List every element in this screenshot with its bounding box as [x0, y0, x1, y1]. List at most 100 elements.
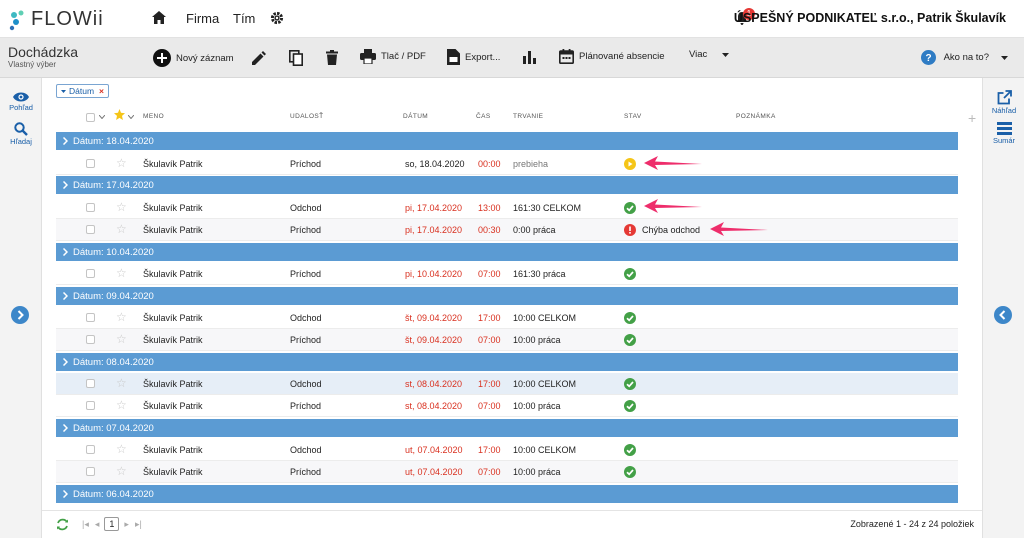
row-checkbox[interactable]: [86, 203, 95, 212]
filter-chip-date[interactable]: Dátum ×: [56, 84, 110, 98]
status-ok-icon: [624, 400, 636, 412]
favorite-star-icon[interactable]: ☆: [116, 222, 127, 236]
current-page-button[interactable]: 1: [104, 517, 120, 531]
annotation-arrow-icon: [644, 199, 702, 213]
cell-date: ut, 07.04.2020: [405, 445, 463, 455]
date-group-header[interactable]: Dátum: 09.04.2020: [56, 287, 958, 305]
favorite-star-icon[interactable]: ☆: [116, 156, 127, 170]
row-checkbox[interactable]: [86, 335, 95, 344]
next-page-icon[interactable]: ▸: [124, 519, 129, 530]
column-duration[interactable]: TRVANIE: [513, 113, 543, 120]
cell-time: 17:00: [478, 313, 501, 323]
favorite-star-icon[interactable]: ☆: [116, 398, 127, 412]
company-user-menu[interactable]: ÚSPEŠNÝ PODNIKATEĽ s.r.o., Patrik Škulav…: [734, 11, 1006, 25]
more-dropdown[interactable]: Viac: [689, 49, 734, 60]
column-time[interactable]: ČAS: [476, 113, 491, 120]
table-row[interactable]: ☆ Škulavík Patrik Príchod so, 18.04.2020 00:…: [56, 153, 958, 175]
cell-event: Odchod: [290, 445, 322, 455]
app-logo[interactable]: FLOWii: [8, 8, 104, 31]
table-row[interactable]: ☆ Škulavík Patrik Príchod št, 09.04.2020 07:…: [56, 329, 958, 351]
cell-event: Príchod: [290, 269, 322, 279]
column-event[interactable]: UDALOSŤ: [290, 113, 324, 120]
table-row[interactable]: ☆ Škulavík Patrik Príchod ut, 07.04.2020 07:…: [56, 461, 958, 483]
remove-filter-button[interactable]: ×: [99, 86, 104, 96]
row-checkbox[interactable]: [86, 379, 95, 388]
date-group-header[interactable]: Dátum: 10.04.2020: [56, 243, 958, 261]
attendance-grid: Dátum × MENO UDALOSŤ DÁTUM ČAS TRVANIE S…: [42, 78, 982, 538]
gear-icon[interactable]: [270, 11, 284, 25]
table-row[interactable]: ☆ Škulavík Patrik Odchod št, 09.04.2020 17:0…: [56, 307, 958, 329]
more-label: Viac: [689, 49, 708, 60]
column-name[interactable]: MENO: [143, 113, 164, 120]
favorite-star-icon[interactable]: ☆: [116, 464, 127, 478]
refresh-icon[interactable]: [56, 518, 69, 531]
export-file-icon: [447, 49, 460, 65]
chevron-down-icon[interactable]: [99, 115, 105, 119]
new-record-button[interactable]: Nový záznam: [153, 49, 234, 67]
cell-date: št, 09.04.2020: [405, 313, 463, 323]
prev-page-icon[interactable]: ◂: [95, 519, 100, 530]
table-row[interactable]: ☆ Škulavík Patrik Príchod pi, 17.04.2020 00:…: [56, 219, 958, 241]
bar-chart-icon[interactable]: [523, 51, 536, 64]
cell-time: 17:00: [478, 379, 501, 389]
select-all-checkbox[interactable]: [86, 113, 95, 122]
expand-right-button[interactable]: [994, 306, 1012, 324]
row-checkbox[interactable]: [86, 159, 95, 168]
chevron-down-icon[interactable]: [128, 115, 134, 119]
export-button[interactable]: Export...: [447, 49, 500, 65]
last-page-icon[interactable]: ▸|: [135, 519, 142, 530]
date-group-header[interactable]: Dátum: 17.04.2020: [56, 176, 958, 194]
print-pdf-button[interactable]: Tlač / PDF: [360, 49, 426, 64]
planned-absences-button[interactable]: Plánované absencie: [559, 49, 665, 64]
nav-tim[interactable]: Tím: [233, 11, 255, 26]
help-dropdown[interactable]: ? Ako na to?: [920, 50, 1008, 65]
cell-note: Chýba odchod: [642, 225, 701, 235]
planned-absences-label: Plánované absencie: [579, 51, 665, 62]
cell-time: 07:00: [478, 401, 501, 411]
table-row[interactable]: ☆ Škulavík Patrik Odchod st, 08.04.2020 17:0…: [56, 373, 958, 395]
cell-name: Škulavík Patrik: [143, 313, 203, 323]
svg-text:?: ?: [925, 53, 931, 64]
first-page-icon[interactable]: |◂: [82, 519, 89, 530]
export-label: Export...: [465, 51, 501, 63]
preview-button[interactable]: Náhľad: [983, 90, 1024, 115]
column-status[interactable]: STAV: [624, 113, 642, 120]
row-checkbox[interactable]: [86, 401, 95, 410]
column-note[interactable]: POZNÁMKA: [736, 113, 776, 120]
grid-footer: |◂ ◂ 1 ▸ ▸| Zobrazené 1 - 24 z 24 položi…: [42, 510, 982, 538]
row-checkbox[interactable]: [86, 445, 95, 454]
favorite-star-icon[interactable]: ☆: [116, 266, 127, 280]
search-button[interactable]: Hľadaj: [0, 122, 42, 146]
table-row[interactable]: ☆ Škulavík Patrik Príchod pi, 10.04.2020 07:…: [56, 263, 958, 285]
favorite-star-icon[interactable]: ☆: [116, 332, 127, 346]
date-group-header[interactable]: Dátum: 18.04.2020: [56, 132, 958, 150]
date-group-label: Dátum: 18.04.2020: [73, 136, 154, 147]
table-row[interactable]: ☆ Škulavík Patrik Odchod ut, 07.04.2020 17:0…: [56, 439, 958, 461]
date-group-header[interactable]: Dátum: 08.04.2020: [56, 353, 958, 371]
row-checkbox[interactable]: [86, 313, 95, 322]
home-icon[interactable]: [152, 11, 166, 24]
date-group-header[interactable]: Dátum: 06.04.2020: [56, 485, 958, 503]
status-ok-icon: [624, 268, 636, 280]
table-row[interactable]: ☆ Škulavík Patrik Odchod pi, 17.04.2020 13:0…: [56, 197, 958, 219]
summary-button[interactable]: Sumár: [983, 122, 1024, 145]
row-checkbox[interactable]: [86, 467, 95, 476]
row-checkbox[interactable]: [86, 225, 95, 234]
view-button[interactable]: Pohľad: [0, 92, 42, 112]
trash-icon[interactable]: [326, 50, 338, 65]
nav-firma[interactable]: Firma: [186, 11, 219, 26]
copy-icon[interactable]: [289, 50, 303, 66]
add-column-icon[interactable]: +: [968, 110, 976, 126]
cell-name: Škulavík Patrik: [143, 335, 203, 345]
favorite-star-icon[interactable]: ☆: [116, 310, 127, 324]
column-date[interactable]: DÁTUM: [403, 113, 428, 120]
favorite-star-icon[interactable]: ☆: [116, 200, 127, 214]
star-header-icon[interactable]: [114, 109, 125, 120]
favorite-star-icon[interactable]: ☆: [116, 442, 127, 456]
edit-pencil-icon[interactable]: [252, 51, 266, 65]
row-checkbox[interactable]: [86, 269, 95, 278]
favorite-star-icon[interactable]: ☆: [116, 376, 127, 390]
expand-left-button[interactable]: [11, 306, 29, 324]
date-group-header[interactable]: Dátum: 07.04.2020: [56, 419, 958, 437]
table-row[interactable]: ☆ Škulavík Patrik Príchod st, 08.04.2020 07:…: [56, 395, 958, 417]
